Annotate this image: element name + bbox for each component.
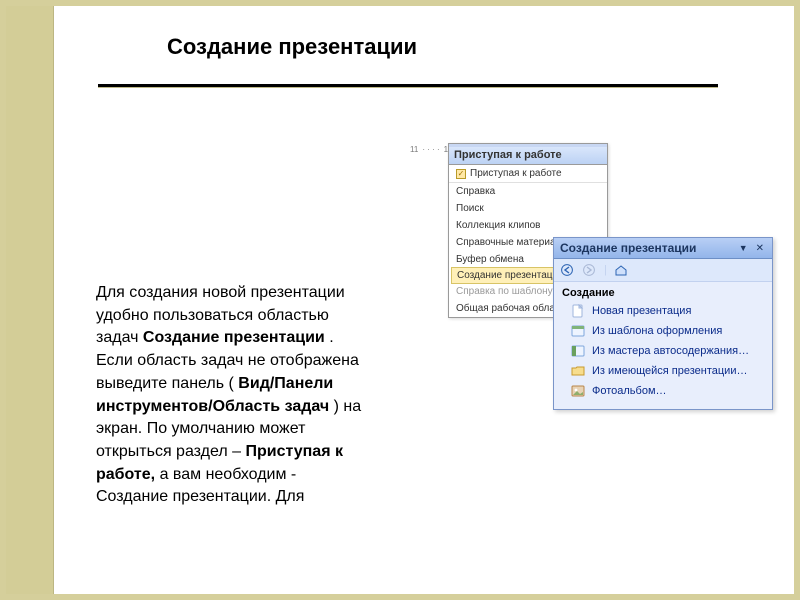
taskpane-option-getting-started[interactable]: ✓ Приступая к работе xyxy=(449,165,607,183)
body-b1: Создание презентации xyxy=(143,329,325,346)
frame-side xyxy=(6,6,54,594)
wizard-icon xyxy=(570,344,586,358)
create-option-label: Из шаблона оформления xyxy=(592,325,722,337)
taskpane-selector-title-text: Приступая к работе xyxy=(454,149,562,161)
create-from-design-template[interactable]: Из шаблона оформления xyxy=(566,321,772,341)
taskpane-option-search[interactable]: Поиск xyxy=(449,200,607,217)
folder-icon xyxy=(570,364,586,378)
close-icon[interactable]: ✕ xyxy=(754,243,766,254)
doc-icon xyxy=(570,304,586,318)
body-text: Для создания новой презентации удобно по… xyxy=(96,282,366,509)
slide-area: Создание презентации Для создания новой … xyxy=(0,0,800,600)
taskpane-nav: | xyxy=(554,259,772,282)
frame-bottom xyxy=(0,594,800,600)
create-option-label: Новая презентация xyxy=(592,305,691,317)
taskpane-option-help[interactable]: Справка xyxy=(449,183,607,200)
create-photo-album[interactable]: Фотоальбом… xyxy=(566,381,772,401)
title-underline-shadow xyxy=(98,87,718,88)
create-from-autocontent-wizard[interactable]: Из мастера автосодержания… xyxy=(566,341,772,361)
template-icon xyxy=(570,324,586,338)
frame-top xyxy=(0,0,800,6)
taskpane-title: Создание презентации xyxy=(560,241,696,255)
create-option-label: Из мастера автосодержания… xyxy=(592,345,749,357)
taskpane-option-clipart[interactable]: Коллекция клипов xyxy=(449,217,607,234)
nav-forward-icon[interactable] xyxy=(582,262,598,278)
taskpane-header[interactable]: Создание презентации ▼ ✕ xyxy=(554,238,772,259)
create-blank-presentation[interactable]: Новая презентация xyxy=(566,301,772,321)
page-title: Создание презентации xyxy=(167,34,744,60)
nav-home-icon[interactable] xyxy=(613,262,629,278)
chevron-down-icon[interactable]: ▼ xyxy=(739,243,748,253)
ruler-mark-11: 11 xyxy=(410,145,418,154)
new-presentation-taskpane: Создание презентации ▼ ✕ | Создание xyxy=(553,237,773,410)
photo-icon xyxy=(570,384,586,398)
frame-right xyxy=(794,0,800,600)
ruler-tick: · · · · xyxy=(422,145,439,154)
taskpane-section-label: Создание xyxy=(554,282,772,301)
taskpane-selector-title[interactable]: Приступая к работе xyxy=(449,147,607,165)
taskpane-create-list: Новая презентация Из шаблона оформления … xyxy=(554,301,772,409)
create-from-existing[interactable]: Из имеющейся презентации… xyxy=(566,361,772,381)
create-option-label: Из имеющейся презентации… xyxy=(592,365,747,377)
taskpane-option-label: Приступая к работе xyxy=(470,168,562,179)
create-option-label: Фотоальбом… xyxy=(592,385,667,397)
check-icon: ✓ xyxy=(456,169,466,179)
nav-back-icon[interactable] xyxy=(560,262,576,278)
